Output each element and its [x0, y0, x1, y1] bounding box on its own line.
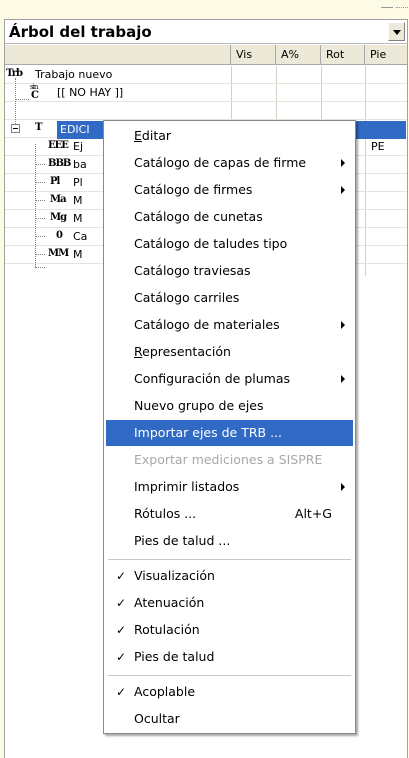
accel-r: R: [134, 344, 143, 359]
menu-item-pies-talud[interactable]: ✓ Pies de talud: [106, 644, 353, 670]
menu-item-ocultar[interactable]: Ocultar: [106, 706, 353, 732]
trazado-icon: T: [35, 122, 43, 133]
planta-icon: Pl: [50, 176, 60, 187]
menu-label: Atenuación: [134, 595, 205, 610]
tree-item-label: Ej: [73, 140, 84, 153]
submenu-arrow-icon: [341, 186, 345, 194]
chevron-down-icon: [393, 30, 401, 35]
menu-label: Configuración de plumas: [134, 371, 290, 386]
tree-item-label: Trabajo nuevo: [35, 68, 113, 81]
menu-item-configuracion-plumas[interactable]: Configuración de plumas: [106, 366, 353, 392]
tree-item-label: ba: [73, 158, 87, 171]
check-icon: ✓: [116, 596, 127, 610]
menu-label: Catálogo de taludes tipo: [134, 236, 288, 251]
menu-separator: [108, 675, 351, 676]
submenu-arrow-icon: [341, 321, 345, 329]
menu-label: Catálogo carriles: [134, 290, 240, 305]
ejes-icon: EEE: [48, 140, 69, 151]
mm-icon: MM: [48, 248, 69, 259]
menu-item-rotulos[interactable]: Rótulos ... Alt+G: [106, 501, 353, 527]
check-icon: ✓: [116, 569, 127, 583]
minimize-icon[interactable]: [381, 0, 393, 8]
menu-label: Visualización: [134, 568, 215, 583]
shortcut-label: Alt+G: [294, 506, 332, 521]
menu-label: Exportar mediciones a SISPRE: [134, 452, 323, 467]
check-icon: ✓: [116, 623, 127, 637]
column-rot[interactable]: Rot: [321, 45, 365, 65]
menu-item-catalogo-capas[interactable]: Catálogo de capas de firme: [106, 150, 353, 176]
menu-item-visualizacion[interactable]: ✓ Visualización: [106, 563, 353, 589]
menu-item-catalogo-cunetas[interactable]: Catálogo de cunetas: [106, 204, 353, 230]
mg-icon: Mg: [50, 212, 67, 223]
menu-label: Imprimir listados: [134, 479, 240, 494]
menu-separator: [108, 559, 351, 560]
tree-item-label: Pl: [73, 176, 83, 189]
menu-item-catalogo-carriles[interactable]: Catálogo carriles: [106, 285, 353, 311]
menu-item-editar[interactable]: Editar: [106, 123, 353, 149]
tree-item-label: [[ NO HAY ]]: [57, 86, 124, 99]
menu-item-pies-talud-dialog[interactable]: Pies de talud ...: [106, 528, 353, 554]
menu-item-nuevo-grupo-ejes[interactable]: Nuevo grupo de ejes: [106, 393, 353, 419]
menu-label: epresentación: [142, 344, 231, 359]
menu-label: Catálogo de firmes: [134, 182, 253, 197]
zero-icon: 0: [56, 230, 63, 241]
tree-item-label: M: [73, 212, 83, 225]
menu-item-catalogo-firmes[interactable]: Catálogo de firmes: [106, 177, 353, 203]
pie-value: PE: [371, 140, 385, 153]
bandas-icon: BBB: [48, 158, 71, 169]
trabajo-icon: Trb: [6, 68, 23, 79]
submenu-arrow-icon: [341, 375, 345, 383]
menu-label: Catálogo de materiales: [134, 317, 280, 332]
menu-label: Catálogo de capas de firme: [134, 155, 307, 170]
menu-label: Pies de talud: [134, 649, 215, 664]
column-pie[interactable]: Pie: [365, 45, 407, 65]
dropdown-button[interactable]: [388, 22, 405, 41]
column-vis[interactable]: Vis: [231, 45, 276, 65]
column-header: Vis A% Rot Pie: [5, 45, 407, 65]
menu-item-rotulacion[interactable]: ✓ Rotulación: [106, 617, 353, 643]
tree-item-label: M: [73, 194, 83, 207]
menu-item-exportar-sispre[interactable]: Exportar mediciones a SISPRE: [106, 447, 353, 473]
panel-title-combo[interactable]: Árbol del trabajo: [5, 20, 407, 44]
check-icon: ✓: [116, 650, 127, 664]
menu-label: Rotulación: [134, 622, 200, 637]
menu-label: Pies de talud ...: [134, 533, 231, 548]
menu-label: Catálogo de cunetas: [134, 209, 263, 224]
menu-item-catalogo-taludes[interactable]: Catálogo de taludes tipo: [106, 231, 353, 257]
menu-label: Nuevo grupo de ejes: [134, 398, 264, 413]
tree-item-label: EDICI: [60, 123, 90, 136]
options-icon[interactable]: [396, 0, 408, 8]
column-name[interactable]: [5, 45, 231, 65]
menu-label: Ocultar: [134, 711, 180, 726]
menu-item-catalogo-materiales[interactable]: Catálogo de materiales: [106, 312, 353, 338]
menu-item-imprimir-listados[interactable]: Imprimir listados: [106, 474, 353, 500]
submenu-arrow-icon: [341, 483, 345, 491]
tree-item-label: M: [73, 248, 83, 261]
column-atenuacion[interactable]: A%: [276, 45, 321, 65]
tree-item-label: Ca: [73, 230, 88, 243]
panel-title: Árbol del trabajo: [9, 23, 152, 41]
context-menu: Editar Catálogo de capas de firme Catálo…: [103, 120, 356, 734]
menu-label: Importar ejes de TRB ...: [134, 425, 282, 440]
collapse-icon[interactable]: [11, 124, 20, 133]
top-strip: [0, 0, 409, 19]
catalog-icon: C: [31, 90, 39, 101]
menu-item-atenuacion[interactable]: ✓ Atenuación: [106, 590, 353, 616]
menu-label: ditar: [141, 128, 172, 143]
menu-item-representacion[interactable]: Representación: [106, 339, 353, 365]
menu-label: Rótulos ...: [134, 506, 197, 521]
menu-item-importar-ejes-trb[interactable]: Importar ejes de TRB ...: [106, 420, 353, 446]
menu-label: Catálogo traviesas: [134, 263, 251, 278]
menu-item-acoplable[interactable]: ✓ Acoplable: [106, 679, 353, 705]
ma-icon: Ma: [50, 194, 67, 205]
check-icon: ✓: [116, 685, 127, 699]
accel-e: E: [134, 128, 142, 143]
menu-label: Acoplable: [134, 684, 196, 699]
menu-item-catalogo-traviesas[interactable]: Catálogo traviesas: [106, 258, 353, 284]
submenu-arrow-icon: [341, 159, 345, 167]
